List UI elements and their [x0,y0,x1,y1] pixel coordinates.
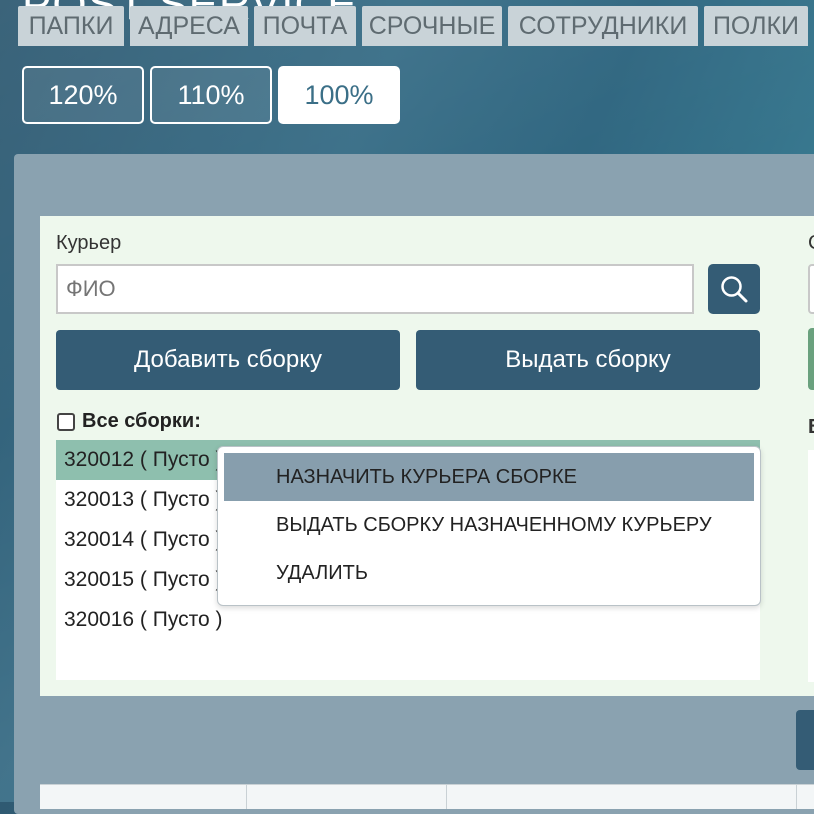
right-column-list [808,450,814,682]
add-assembly-button[interactable]: Добавить сборку [56,330,400,390]
tab-urgent[interactable]: СРОЧНЫЕ [362,6,502,46]
right-column-list-label: В [808,416,814,439]
search-icon [721,276,748,303]
issue-assembly-button[interactable]: Выдать сборку [416,330,760,390]
courier-search-input[interactable] [56,264,694,314]
all-assemblies-label: Все сборки: [82,410,201,432]
right-column-button[interactable] [808,328,814,390]
table-header-strip [40,784,814,809]
zoom-100-button[interactable]: 100% [278,66,400,124]
tab-shelves[interactable]: ПОЛКИ [704,6,808,46]
courier-label: Курьер [56,232,122,254]
bottom-action-button[interactable] [796,710,814,770]
tab-folders[interactable]: ПАПКИ [18,6,124,46]
right-column-label: С [808,232,814,255]
tab-addresses[interactable]: АДРЕСА [130,6,248,46]
column-divider [446,785,447,809]
all-assemblies-checkbox[interactable] [57,413,75,431]
menu-item-delete[interactable]: УДАЛИТЬ [224,549,754,597]
column-divider [246,785,247,809]
tab-mail[interactable]: ПОЧТА [254,6,356,46]
list-item[interactable]: 320016 ( Пусто ) [56,600,760,640]
menu-item-issue-to-courier[interactable]: ВЫДАТЬ СБОРКУ НАЗНАЧЕННОМУ КУРЬЕРУ [224,501,754,549]
search-button[interactable] [708,264,760,314]
menu-item-assign-courier[interactable]: НАЗНАЧИТЬ КУРЬЕРА СБОРКЕ [224,453,754,501]
context-menu: НАЗНАЧИТЬ КУРЬЕРА СБОРКЕ ВЫДАТЬ СБОРКУ Н… [217,446,761,606]
column-divider [796,785,797,809]
zoom-110-button[interactable]: 110% [150,66,272,124]
zoom-120-button[interactable]: 120% [22,66,144,124]
right-column-input[interactable] [808,264,814,314]
tab-employees[interactable]: СОТРУДНИКИ [508,6,698,46]
